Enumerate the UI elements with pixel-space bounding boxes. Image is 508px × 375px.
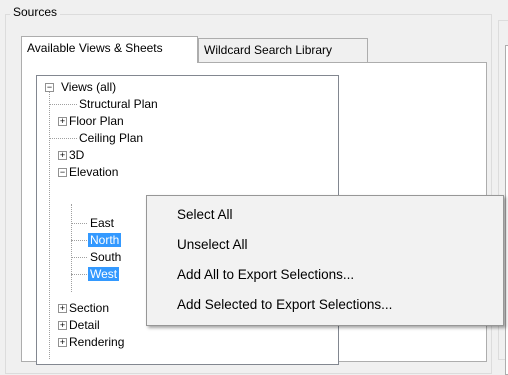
tree-node-label: Floor Plan xyxy=(69,114,124,128)
tree-node-label: Section xyxy=(69,301,110,315)
tree-node-ceiling-plan[interactable]: Ceiling Plan xyxy=(77,130,145,146)
tree-line xyxy=(49,138,77,139)
tree-node-label: West xyxy=(88,267,120,281)
tree-line xyxy=(71,274,87,275)
collapse-icon[interactable]: − xyxy=(58,168,67,177)
tree-node-east[interactable]: East xyxy=(88,215,116,231)
tree-node-label: Detail xyxy=(69,318,100,332)
tree-node-label: North xyxy=(88,233,122,247)
tree-node-label: Views (all) xyxy=(61,80,117,94)
tree-line xyxy=(71,204,72,292)
expand-icon[interactable]: + xyxy=(58,117,67,126)
sources-group-title: Sources xyxy=(10,5,61,19)
tab-wildcard-search-library[interactable]: Wildcard Search Library xyxy=(198,38,368,62)
tree-node-label: South xyxy=(90,250,122,264)
menu-item-select-all[interactable]: Select All xyxy=(177,204,233,226)
tree-line xyxy=(71,223,87,224)
tree-line xyxy=(49,87,50,359)
tree-node-label: Ceiling Plan xyxy=(79,131,144,145)
tree-line xyxy=(71,240,87,241)
tree-node-views-all[interactable]: Views (all) xyxy=(59,79,118,95)
tab-available-views-sheets[interactable]: Available Views & Sheets xyxy=(21,36,198,63)
menu-item-add-selected-to-export[interactable]: Add Selected to Export Selections... xyxy=(177,294,392,316)
tree-node-south[interactable]: South xyxy=(88,249,123,265)
tree-node-detail[interactable]: Detail xyxy=(67,317,102,333)
tree-node-label: Elevation xyxy=(69,165,119,179)
tree-node-west[interactable]: West xyxy=(88,266,120,282)
tree-node-structural-plan[interactable]: Structural Plan xyxy=(77,96,160,112)
context-menu: Select All Unselect All Add All to Expor… xyxy=(146,195,504,326)
menu-item-unselect-all[interactable]: Unselect All xyxy=(177,234,248,256)
collapse-icon[interactable]: − xyxy=(45,83,54,92)
tree-node-north[interactable]: North xyxy=(88,232,122,248)
tree-node-3d[interactable]: 3D xyxy=(67,147,86,163)
tree-node-label: Rendering xyxy=(69,335,125,349)
tree-node-label: 3D xyxy=(69,148,85,162)
expand-icon[interactable]: + xyxy=(58,321,67,330)
tree-node-elevation[interactable]: Elevation xyxy=(67,164,120,180)
tree-line xyxy=(49,104,77,105)
tree-line xyxy=(71,257,87,258)
tree-node-label: East xyxy=(90,216,115,230)
tree-node-floor-plan[interactable]: Floor Plan xyxy=(67,113,126,129)
expand-icon[interactable]: + xyxy=(58,151,67,160)
expand-icon[interactable]: + xyxy=(58,304,67,313)
menu-item-add-all-to-export[interactable]: Add All to Export Selections... xyxy=(177,264,354,286)
expand-icon[interactable]: + xyxy=(58,338,67,347)
tree-node-rendering[interactable]: Rendering xyxy=(67,334,126,350)
tree-node-label: Structural Plan xyxy=(79,97,158,111)
tree-node-section[interactable]: Section xyxy=(67,300,111,316)
